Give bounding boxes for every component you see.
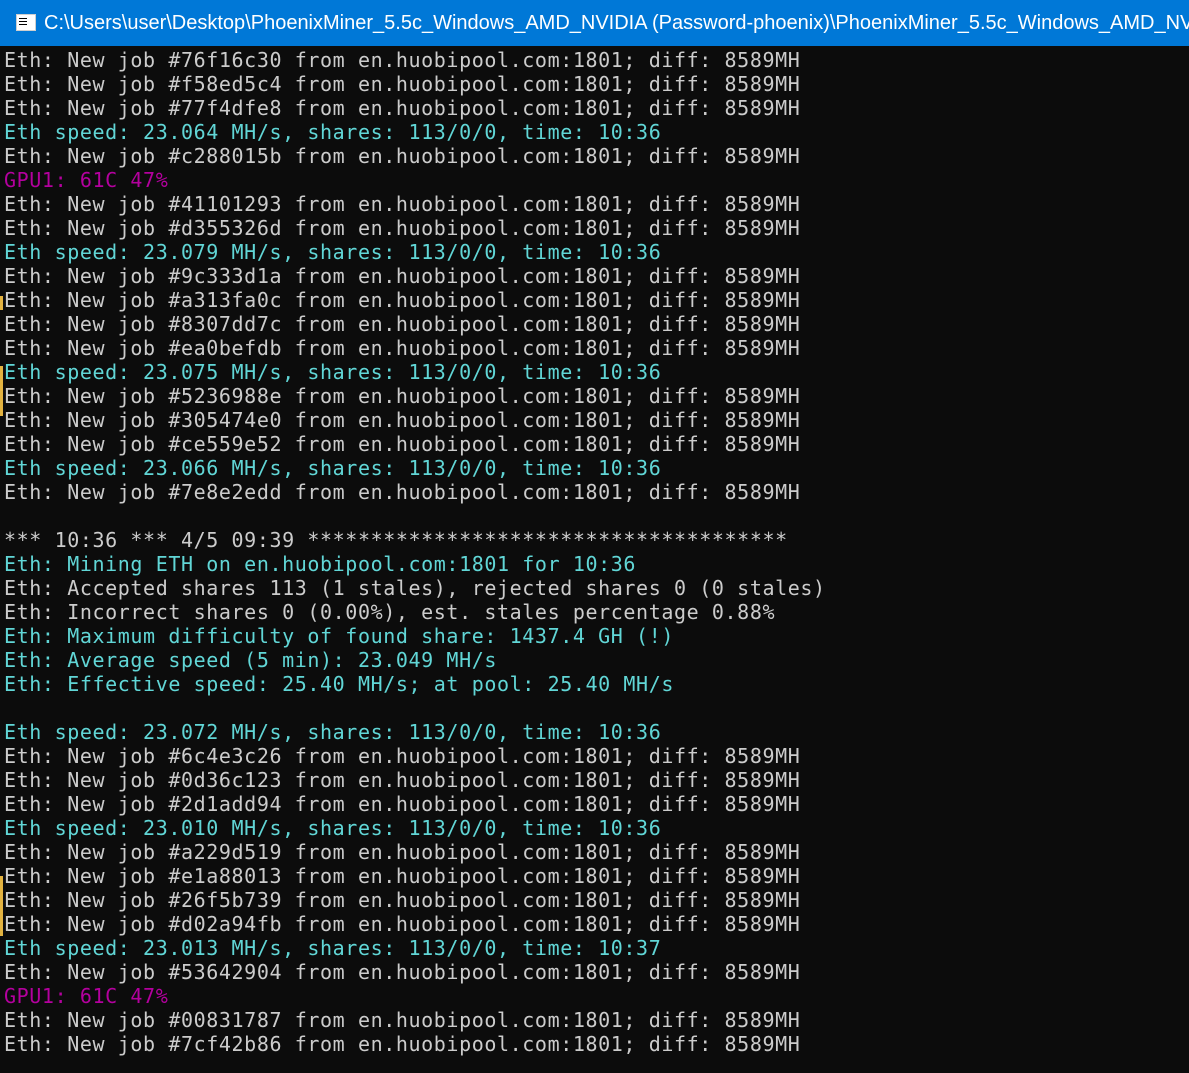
console-line: Eth: New job #6c4e3c26 from en.huobipool…: [4, 744, 801, 768]
console-line: Eth: New job #f58ed5c4 from en.huobipool…: [4, 72, 801, 96]
console-line: Eth speed: 23.013 MH/s, shares: 113/0/0,…: [4, 936, 662, 960]
console-line: Eth: Accepted shares 113 (1 stales), rej…: [4, 576, 826, 600]
console-line: Eth: New job #c288015b from en.huobipool…: [4, 144, 801, 168]
console-line: Eth: New job #d355326d from en.huobipool…: [4, 216, 801, 240]
console-line: Eth: New job #e1a88013 from en.huobipool…: [4, 864, 801, 888]
console-line: Eth speed: 23.079 MH/s, shares: 113/0/0,…: [4, 240, 662, 264]
console-line: Eth: New job #a229d519 from en.huobipool…: [4, 840, 801, 864]
window-title: C:\Users\user\Desktop\PhoenixMiner_5.5c_…: [44, 12, 1189, 34]
console-line: Eth: New job #305474e0 from en.huobipool…: [4, 408, 801, 432]
console-line: Eth: New job #9c333d1a from en.huobipool…: [4, 264, 801, 288]
left-edge-mark: [0, 876, 3, 936]
console-line: Eth speed: 23.010 MH/s, shares: 113/0/0,…: [4, 816, 662, 840]
console-line: Eth: New job #41101293 from en.huobipool…: [4, 192, 801, 216]
title-bar[interactable]: C:\Users\user\Desktop\PhoenixMiner_5.5c_…: [0, 0, 1189, 46]
console-line: Eth: New job #53642904 from en.huobipool…: [4, 960, 801, 984]
console-line: Eth speed: 23.066 MH/s, shares: 113/0/0,…: [4, 456, 662, 480]
console-line: Eth: New job #5236988e from en.huobipool…: [4, 384, 801, 408]
console-line: Eth: New job #0d36c123 from en.huobipool…: [4, 768, 801, 792]
console-line: Eth: Mining ETH on en.huobipool.com:1801…: [4, 552, 637, 576]
console-output[interactable]: Eth: New job #76f16c30 from en.huobipool…: [0, 46, 1189, 1073]
console-line: Eth: Average speed (5 min): 23.049 MH/s: [4, 648, 497, 672]
console-line: Eth: Incorrect shares 0 (0.00%), est. st…: [4, 600, 776, 624]
console-line: Eth: New job #00831787 from en.huobipool…: [4, 1008, 801, 1032]
left-edge-mark: [0, 296, 3, 310]
console-line: Eth speed: 23.072 MH/s, shares: 113/0/0,…: [4, 720, 662, 744]
console-line: Eth: Maximum difficulty of found share: …: [4, 624, 674, 648]
console-line: Eth: New job #7cf42b86 from en.huobipool…: [4, 1032, 801, 1056]
console-line: Eth speed: 23.075 MH/s, shares: 113/0/0,…: [4, 360, 662, 384]
console-line: *** 10:36 *** 4/5 09:39 ****************…: [4, 528, 788, 552]
console-line: GPU1: 61C 47%: [4, 984, 169, 1008]
console-line: Eth: New job #ce559e52 from en.huobipool…: [4, 432, 801, 456]
console-line: Eth: New job #76f16c30 from en.huobipool…: [4, 48, 801, 72]
console-line: Eth: New job #7e8e2edd from en.huobipool…: [4, 480, 801, 504]
console-line: GPU1: 61C 47%: [4, 168, 169, 192]
left-edge-mark: [0, 366, 3, 416]
console-line: Eth: New job #a313fa0c from en.huobipool…: [4, 288, 801, 312]
console-line: Eth: New job #77f4dfe8 from en.huobipool…: [4, 96, 801, 120]
console-line: Eth: New job #d02a94fb from en.huobipool…: [4, 912, 801, 936]
console-line: Eth: New job #ea0befdb from en.huobipool…: [4, 336, 801, 360]
console-line: Eth: New job #8307dd7c from en.huobipool…: [4, 312, 801, 336]
console-line: Eth: Effective speed: 25.40 MH/s; at poo…: [4, 672, 674, 696]
console-line: Eth: New job #26f5b739 from en.huobipool…: [4, 888, 801, 912]
console-line: Eth speed: 23.064 MH/s, shares: 113/0/0,…: [4, 120, 662, 144]
console-window-icon[interactable]: [16, 14, 36, 31]
console-line: Eth: New job #2d1add94 from en.huobipool…: [4, 792, 801, 816]
